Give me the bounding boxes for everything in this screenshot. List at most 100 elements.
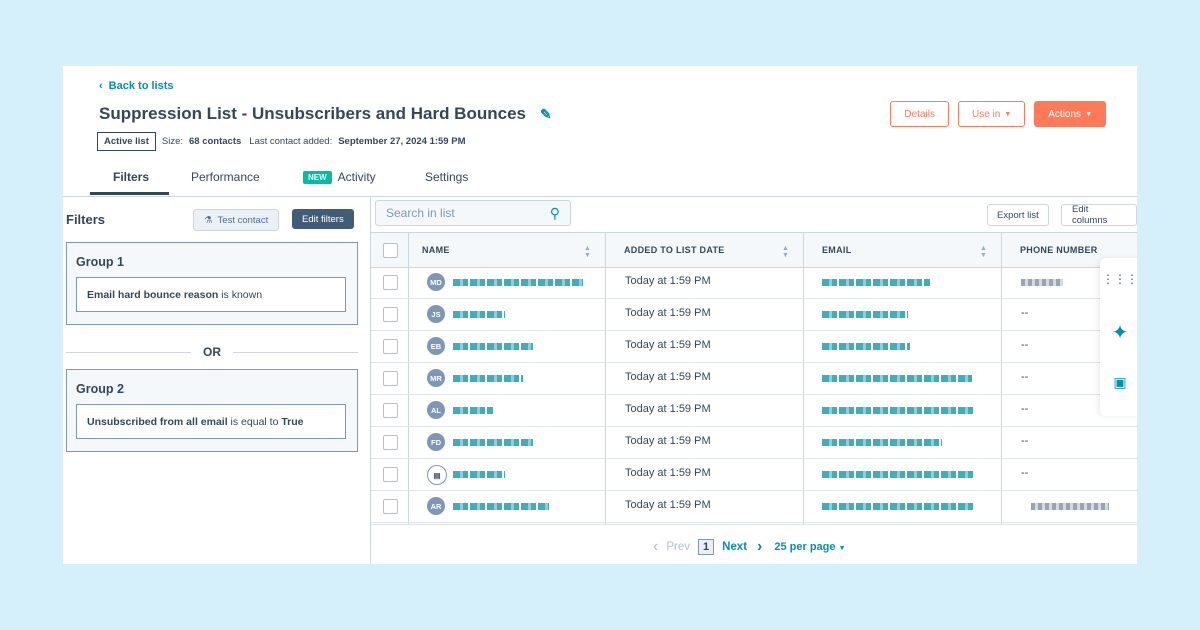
email-link[interactable] [822,375,972,382]
actions-button[interactable]: Actions ▼ [1034,101,1106,127]
sort-icon[interactable]: ▲ ▼ [584,245,591,259]
tab-bar: Filters Performance NEW Activity Setting… [63,164,1137,197]
email-link[interactable] [822,503,974,510]
active-tab-indicator [90,192,169,195]
filter-group-2: Group 2 Unsubscribed from all email is e… [66,369,358,452]
sort-icon[interactable]: ▲ ▼ [980,245,987,259]
condition-field: Email hard bounce reason [87,288,219,301]
avatar: AR [427,497,445,515]
condition-operator: is known [221,288,263,301]
back-label: Back to lists [108,80,174,92]
page-number-current[interactable]: 1 [697,539,715,555]
tab-label: Activity [337,170,376,184]
contact-name-link[interactable] [453,375,523,382]
tab-label: Filters [113,170,150,184]
active-list-badge: Active list [97,132,156,151]
tab-label: Performance [191,170,260,184]
contact-name-link[interactable] [453,311,505,318]
size-value: 68 contacts [189,136,242,147]
caret-down-icon: ▼ [1085,110,1092,118]
table-row[interactable]: MD Today at 1:59 PM [371,267,1137,299]
contact-name-link[interactable] [453,471,505,478]
next-button[interactable]: Next › [722,538,762,556]
avatar: FD [427,433,445,451]
table-row[interactable]: ▤ Today at 1:59 PM -- [371,459,1137,491]
email-link[interactable] [822,471,974,478]
column-email[interactable]: EMAIL [822,233,852,267]
test-contact-button[interactable]: ⚗ Test contact [193,209,280,231]
avatar: EB [427,337,445,355]
added-date: Today at 1:59 PM [625,371,711,383]
filter-condition[interactable]: Email hard bounce reason is known [76,277,346,312]
use-in-label: Use in [971,108,1001,120]
divider-line [66,351,191,353]
added-date: Today at 1:59 PM [625,307,711,319]
row-checkbox[interactable] [383,307,398,322]
details-button[interactable]: Details [890,101,949,127]
tab-performance[interactable]: Performance [191,170,260,184]
tab-filters[interactable]: Filters [113,170,149,184]
contacts-table: NAME ▲ ▼ ADDED TO LIST DATE ▲ ▼ EMAIL ▲ ▼ P… [371,232,1137,524]
row-checkbox[interactable] [383,403,398,418]
row-checkbox[interactable] [383,435,398,450]
sort-icon[interactable]: ▲ ▼ [782,245,789,259]
column-name[interactable]: NAME [422,233,450,267]
email-link[interactable] [822,343,910,350]
sparkle-ai-icon[interactable]: ✦ [1100,320,1137,345]
avatar: JS [427,305,445,323]
per-page-label: 25 per page [774,541,836,553]
filter-condition[interactable]: Unsubscribed from all email is equal to … [76,404,346,439]
table-row[interactable]: JS Today at 1:59 PM -- [371,299,1137,331]
back-to-lists-link[interactable]: ‹ Back to lists [99,80,173,92]
row-checkbox[interactable] [383,275,398,290]
edit-filters-button[interactable]: Edit filters [292,209,354,229]
grid-apps-icon[interactable]: ⋮⋮⋮ [1100,272,1137,286]
contact-name-link[interactable] [453,279,583,286]
email-link[interactable] [822,311,908,318]
phone-value: -- [1021,307,1029,319]
search-icon[interactable]: ⚲ [550,205,560,222]
table-row[interactable]: AL Today at 1:59 PM -- [371,395,1137,427]
select-all-checkbox[interactable] [383,243,398,258]
edit-pencil-icon[interactable]: ✎ [540,106,552,123]
column-added-date[interactable]: ADDED TO LIST DATE [624,233,725,267]
size-prefix: Size: [161,136,184,147]
chat-bubble-icon[interactable]: ▣ [1100,374,1137,391]
row-checkbox[interactable] [383,339,398,354]
table-row[interactable]: FD Today at 1:59 PM -- [371,427,1137,459]
contact-name-link[interactable] [453,343,533,350]
caret-down-icon: ▼ [1004,110,1012,118]
caret-down-icon: ▼ [838,545,846,552]
new-badge: NEW [303,170,332,184]
row-checkbox[interactable] [383,371,398,386]
email-link[interactable] [822,439,942,446]
use-in-button[interactable]: Use in ▼ [957,101,1026,127]
contact-name-link[interactable] [453,439,533,446]
per-page-dropdown[interactable]: 25 per page ▼ [774,541,845,553]
table-header: NAME ▲ ▼ ADDED TO LIST DATE ▲ ▼ EMAIL ▲ ▼ P… [371,232,1137,268]
contact-name-link[interactable] [453,503,549,510]
email-link[interactable] [822,279,930,286]
flask-icon: ⚗ [204,214,213,226]
column-phone[interactable]: PHONE NUMBER [1020,233,1098,267]
table-row[interactable]: EB Today at 1:59 PM -- [371,331,1137,363]
condition-field: Unsubscribed from all email [87,415,228,428]
row-checkbox[interactable] [383,467,398,482]
tab-activity[interactable]: NEW Activity [303,170,376,184]
header-actions: Details Use in ▼ Actions ▼ [890,101,1106,127]
export-list-button[interactable]: Export list [987,204,1049,226]
added-date: Today at 1:59 PM [625,403,711,415]
contact-name-link[interactable] [453,407,493,414]
avatar: MR [427,369,445,387]
table-row[interactable]: MR Today at 1:59 PM -- [371,363,1137,395]
avatar: AL [427,401,445,419]
email-link[interactable] [822,407,974,414]
search-input[interactable]: Search in list ⚲ [375,200,571,226]
tab-settings[interactable]: Settings [425,170,468,184]
edit-columns-button[interactable]: Edit columns [1061,204,1137,226]
row-checkbox[interactable] [383,499,398,514]
table-row[interactable]: AR Today at 1:59 PM [371,491,1137,523]
group-title: Group 2 [76,382,124,396]
prev-button[interactable]: ‹ Prev [653,538,690,556]
prev-label: Prev [666,541,690,553]
